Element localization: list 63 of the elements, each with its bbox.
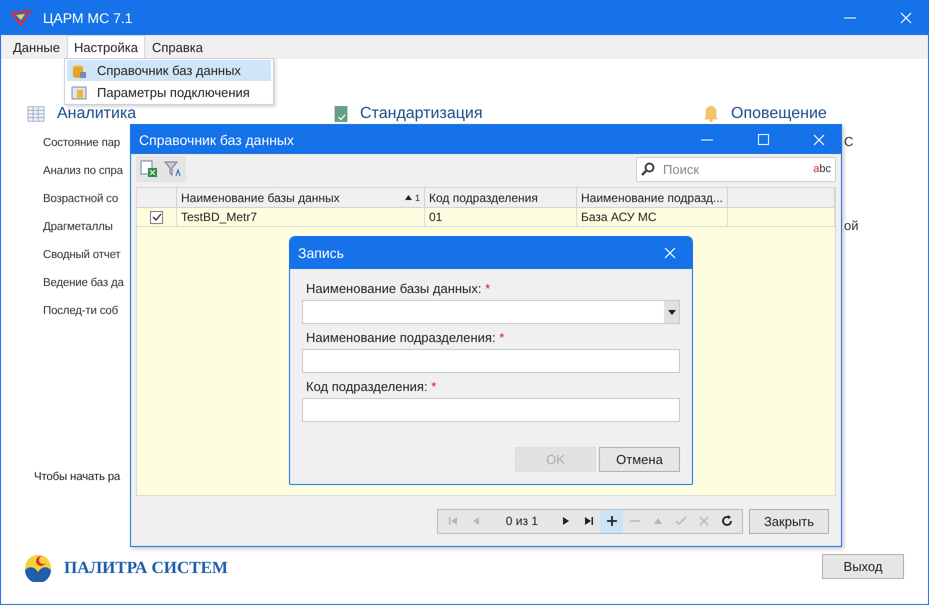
section-link[interactable]: Ведение баз да [43, 269, 124, 297]
dialog-title: Справочник баз данных [139, 132, 295, 148]
section-link[interactable]: Состояние пар [43, 129, 120, 157]
add-icon [604, 514, 618, 528]
section-title: Оповещение [731, 105, 827, 122]
column-header[interactable]: Код подразделения [425, 188, 577, 207]
section-link[interactable]: С [844, 134, 854, 149]
cancel-icon [696, 514, 710, 528]
connection-icon [71, 84, 87, 100]
field-label: Наименование подразделения: * [305, 329, 506, 347]
window-title: ЦАРМ МС 7.1 [43, 10, 134, 26]
menu-item[interactable]: Справка [144, 35, 210, 59]
dialog-title: Запись [298, 245, 345, 261]
section-title: Аналитика [57, 105, 136, 122]
minimize-icon [701, 138, 713, 140]
record-counter: 0 из 1 [504, 513, 539, 530]
book-icon [334, 106, 348, 122]
table-cell: 01 [425, 208, 577, 227]
input-field[interactable] [302, 349, 680, 373]
refresh-icon [720, 514, 734, 528]
filter-icon [164, 160, 182, 178]
logo-icon [24, 554, 52, 582]
table-cell: База АСУ МС [577, 208, 728, 227]
close-icon [664, 247, 676, 259]
table-icon [27, 106, 45, 122]
section-title: Стандартизация [360, 105, 482, 122]
spreadsheet-export-icon [140, 160, 158, 178]
menu-item[interactable]: Настройка [66, 35, 145, 59]
maximize-icon [758, 134, 768, 145]
search-field[interactable]: Поиск abc [636, 156, 836, 182]
section-link[interactable]: Сводный отчет [43, 241, 120, 269]
bell-icon [703, 106, 719, 122]
section-link[interactable]: ой [844, 218, 858, 233]
table-cell: TestBD_Metr7 [177, 208, 425, 227]
close-icon [813, 134, 825, 146]
menu-item[interactable]: Данные [6, 35, 67, 59]
dropdown-field[interactable] [302, 300, 680, 324]
dialog-button[interactable]: Отмена [599, 447, 680, 472]
section-link[interactable]: Послед-ти соб [43, 297, 118, 325]
menu-item[interactable]: Справочник баз данных [67, 60, 271, 81]
apply-icon [674, 514, 688, 528]
checkbox[interactable] [150, 210, 163, 224]
input-field[interactable] [302, 398, 680, 422]
spellcheck-label: abc [813, 163, 831, 175]
logo-text: ПАЛИТРА СИСТЕМ [64, 558, 228, 578]
section-link[interactable]: Драгметаллы [43, 213, 113, 241]
app-logo-icon [11, 10, 31, 26]
exit-button[interactable]: Выход [822, 554, 904, 579]
field-label: Наименование базы данных: * [305, 280, 492, 298]
section-link[interactable]: Возрастной со [43, 185, 118, 213]
dropdown-arrow-icon [668, 310, 676, 314]
navigator-button[interactable] [600, 510, 623, 532]
section-link[interactable]: Анализ по спра [43, 157, 123, 185]
column-header[interactable]: Наименование подразд... [577, 188, 728, 207]
database-icon [71, 62, 87, 78]
menu-item[interactable]: Параметры подключения [67, 82, 271, 103]
close-icon [900, 12, 912, 24]
search-icon [641, 162, 655, 176]
export-button[interactable] [138, 158, 160, 180]
field-label: Код подразделения: * [305, 378, 438, 396]
minimize-icon [844, 17, 856, 19]
close-dialog-button[interactable]: Закрыть [749, 508, 829, 534]
hint-text: Чтобы начать ра [34, 471, 120, 483]
